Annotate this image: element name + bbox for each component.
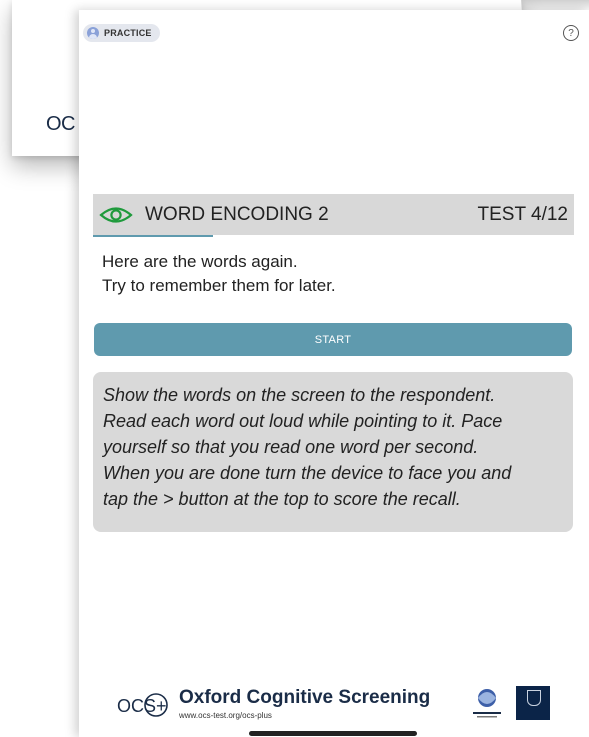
footer-title: Oxford Cognitive Screening [179,687,431,708]
help-icon[interactable]: ? [563,25,579,41]
start-button[interactable]: START [94,323,572,356]
background-logo: OC [46,113,76,135]
examiner-note: Show the words on the screen to the resp… [93,372,573,532]
test-header: WORD ENCODING 2 TEST 4/12 [93,194,574,235]
test-sheet: PRACTICE ? WORD ENCODING 2 TEST 4/12 Her… [79,10,589,737]
avatar-icon [87,27,99,39]
eye-icon [99,205,133,225]
practice-badge[interactable]: PRACTICE [83,24,160,42]
test-title: WORD ENCODING 2 [145,203,329,225]
practice-label: PRACTICE [104,28,152,38]
note-line: yourself so that you read one word per s… [103,437,479,457]
footer-url: www.ocs-test.org/ocs-plus [179,711,272,720]
instruction-line: Try to remember them for later. [102,276,336,295]
instructions: Here are the words again. Try to remembe… [102,250,336,298]
home-indicator[interactable] [249,731,417,736]
oxford-logo [516,686,550,720]
instruction-line: Here are the words again. [102,252,298,271]
note-line: tap the > button at the top to score the… [103,489,461,509]
test-count: TEST 4/12 [477,203,568,225]
ocs-plus-logo-text: OCS+ [117,696,167,716]
note-line: Show the words on the screen to the resp… [103,385,496,405]
progress-indicator [93,235,213,237]
oxford-crest-icon [527,690,541,706]
note-line: When you are done turn the device to fac… [103,463,512,483]
note-line: Read each word out loud while pointing t… [103,411,503,431]
translational-logo [473,689,501,718]
